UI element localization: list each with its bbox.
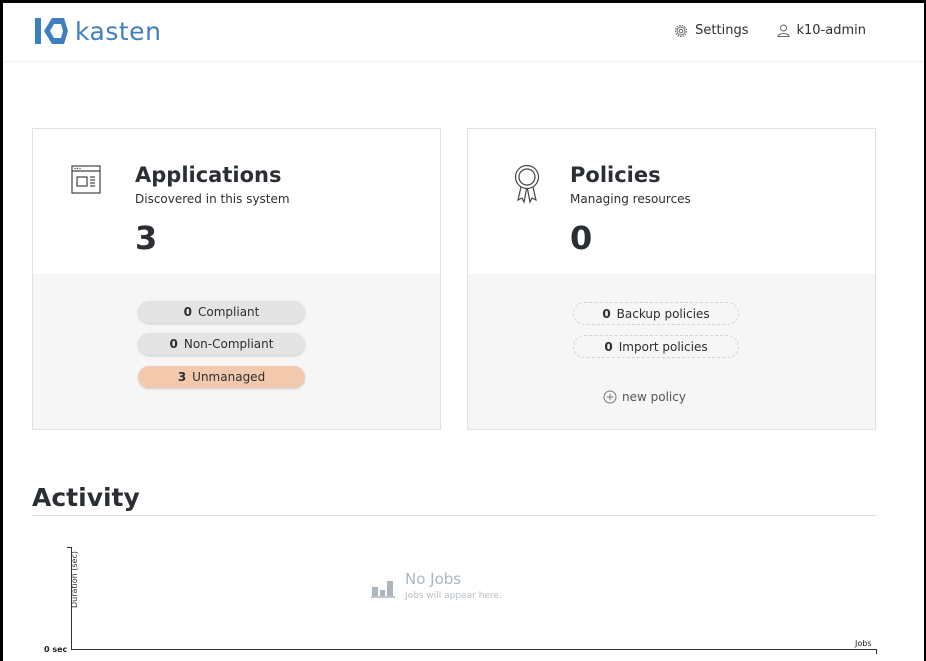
user-label: k10-admin [796, 23, 867, 38]
unmanaged-label: Unmanaged [192, 370, 266, 384]
import-policies-pill[interactable]: 0 Import policies [573, 335, 739, 358]
backup-policies-label: Backup policies [616, 306, 710, 321]
chart-x-tick [876, 649, 877, 654]
applications-title: Applications [135, 163, 282, 187]
new-policy-label: new policy [622, 390, 686, 404]
policies-count: 0 [570, 219, 593, 257]
gear-icon [674, 24, 688, 38]
non-compliant-pill[interactable]: 0 Non-Compliant [138, 333, 305, 355]
applications-subtitle: Discovered in this system [135, 192, 290, 206]
chart-y-tick [67, 547, 72, 548]
policies-card[interactable]: Policies Managing resources 0 0 Backup p… [467, 128, 876, 430]
chart-y-zero-label: 0 sec [44, 645, 68, 654]
import-policies-count: 0 [604, 339, 613, 354]
compliant-count: 0 [183, 305, 192, 319]
non-compliant-count: 0 [169, 337, 178, 351]
import-policies-label: Import policies [618, 339, 708, 354]
user-icon [776, 24, 790, 37]
compliant-pill[interactable]: 0 Compliant [138, 301, 305, 323]
compliant-label: Compliant [198, 305, 260, 319]
applications-card[interactable]: Applications Discovered in this system 3… [32, 128, 441, 430]
activity-divider [32, 515, 877, 516]
policies-card-header: Policies Managing resources 0 [468, 129, 875, 274]
policies-status-panel: 0 Backup policies 0 Import policies new … [468, 274, 875, 429]
top-header: kasten Settings k10-admin [3, 3, 924, 62]
settings-link[interactable]: Settings [674, 23, 749, 38]
unmanaged-pill[interactable]: 3 Unmanaged [138, 366, 305, 388]
policies-title: Policies [570, 163, 661, 187]
activity-chart: Duration (sec) 0 sec Jobs No Jobs Jobs w… [0, 540, 926, 661]
new-policy-button[interactable]: new policy [603, 390, 686, 404]
chart-empty-state: No Jobs Jobs will appear here. [371, 570, 502, 601]
chart-x-axis [71, 649, 877, 650]
backup-policies-pill[interactable]: 0 Backup policies [573, 302, 739, 325]
chart-x-axis-label: Jobs [855, 639, 872, 648]
kasten-logo-icon [35, 18, 68, 44]
chart-empty-text: No Jobs Jobs will appear here. [405, 570, 502, 601]
backup-policies-count: 0 [602, 306, 611, 321]
applications-card-header: Applications Discovered in this system 3 [33, 129, 440, 274]
brand-logo[interactable]: kasten [33, 15, 161, 47]
chart-y-axis-label: Duration (sec) [70, 550, 79, 608]
applications-status-panel: 0 Compliant 0 Non-Compliant 3 Unmanaged [33, 274, 440, 429]
no-jobs-subtitle: Jobs will appear here. [405, 591, 502, 601]
non-compliant-label: Non-Compliant [183, 337, 274, 351]
unmanaged-count: 3 [177, 370, 187, 384]
no-jobs-title: No Jobs [405, 570, 462, 588]
settings-label: Settings [695, 23, 749, 38]
plus-circle-icon [603, 390, 617, 404]
bar-chart-icon [371, 578, 395, 598]
application-window-icon [71, 165, 101, 199]
user-menu[interactable]: k10-admin [776, 23, 867, 38]
brand-name: kasten [75, 16, 162, 46]
policies-subtitle: Managing resources [570, 192, 691, 206]
applications-count: 3 [135, 219, 158, 257]
activity-heading: Activity [32, 483, 140, 512]
award-ribbon-icon [514, 164, 542, 210]
header-nav: Settings k10-admin [646, 23, 866, 38]
